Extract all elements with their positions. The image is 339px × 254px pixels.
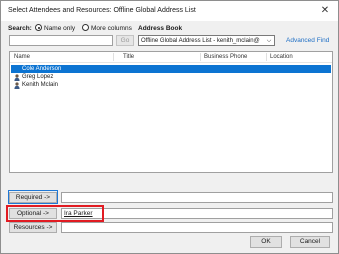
column-header-name[interactable]: Name xyxy=(14,52,30,62)
search-input[interactable] xyxy=(9,35,113,46)
annotation-highlight-box xyxy=(6,205,104,222)
column-header-title[interactable]: Title xyxy=(123,52,134,62)
contact-name: Kenith Mclain xyxy=(22,82,59,88)
column-divider[interactable] xyxy=(113,53,114,61)
address-book-label: Address Book xyxy=(138,25,183,32)
go-button[interactable]: Go xyxy=(116,35,134,46)
person-icon xyxy=(14,82,20,89)
chevron-down-icon: ⌵ xyxy=(266,38,272,44)
list-item[interactable]: Kenith Mclain xyxy=(11,81,331,89)
column-divider[interactable] xyxy=(200,53,201,61)
address-book-value: Offline Global Address List - kenith_mcl… xyxy=(141,38,260,44)
close-icon[interactable]: ✕ xyxy=(318,4,332,18)
ok-button[interactable]: OK xyxy=(250,236,282,248)
name-only-label[interactable]: Name only xyxy=(44,25,75,32)
resources-button[interactable]: Resources -> xyxy=(9,222,57,233)
column-header-business-phone[interactable]: Business Phone xyxy=(204,52,247,62)
cancel-button[interactable]: Cancel xyxy=(290,236,330,248)
list-header: Name Title Business Phone Location xyxy=(10,52,332,63)
address-book-select[interactable]: Offline Global Address List - kenith_mcl… xyxy=(138,35,275,46)
required-field[interactable] xyxy=(61,192,333,203)
dialog-title: Select Attendees and Resources: Offline … xyxy=(8,7,196,14)
title-bar: Select Attendees and Resources: Offline … xyxy=(1,1,338,21)
search-label: Search: xyxy=(8,25,32,32)
person-icon xyxy=(14,74,20,81)
more-columns-radio[interactable] xyxy=(82,24,89,31)
contact-name: Cole Anderson xyxy=(22,66,62,72)
column-divider[interactable] xyxy=(266,53,267,61)
list-item[interactable]: Cole Anderson xyxy=(11,65,331,73)
required-button[interactable]: Required -> xyxy=(9,192,57,203)
resources-field[interactable] xyxy=(61,222,333,233)
more-columns-label[interactable]: More columns xyxy=(91,25,132,32)
contact-name: Greg Lopez xyxy=(22,74,54,80)
select-attendees-dialog: Select Attendees and Resources: Offline … xyxy=(0,0,339,254)
list-item[interactable]: Greg Lopez xyxy=(11,73,331,81)
address-list[interactable]: Name Title Business Phone Location Cole … xyxy=(9,51,333,173)
advanced-find-link[interactable]: Advanced Find xyxy=(286,37,329,44)
name-only-radio[interactable] xyxy=(35,24,42,31)
column-header-location[interactable]: Location xyxy=(270,52,293,62)
